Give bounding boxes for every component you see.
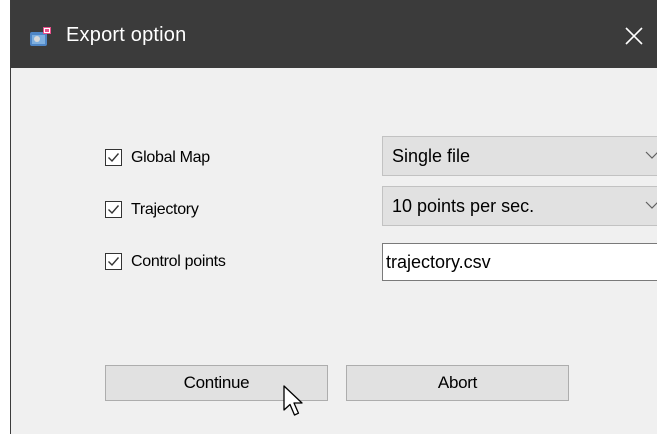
global-map-dropdown[interactable]: Single file xyxy=(382,136,657,176)
app-icon xyxy=(29,26,53,48)
global-map-dropdown-value: Single file xyxy=(392,146,471,166)
trajectory-label: Trajectory xyxy=(131,201,199,218)
mouse-pointer-icon xyxy=(283,385,303,416)
control-points-label: Control points xyxy=(131,253,226,270)
checkmark-icon xyxy=(108,205,120,215)
chevron-down-icon xyxy=(645,201,657,209)
control-points-filename-input[interactable]: trajectory.csv xyxy=(382,243,657,281)
abort-button[interactable]: Abort xyxy=(346,365,569,401)
control-points-filename-value: trajectory.csv xyxy=(386,252,491,272)
checkmark-icon xyxy=(108,153,120,163)
checkmark-icon xyxy=(108,257,120,267)
close-button[interactable] xyxy=(612,0,657,68)
close-icon xyxy=(625,27,643,45)
global-map-checkbox[interactable] xyxy=(105,149,122,166)
global-map-label: Global Map xyxy=(131,149,210,166)
trajectory-dropdown[interactable]: 10 points per sec. xyxy=(382,186,657,226)
trajectory-checkbox[interactable] xyxy=(105,201,122,218)
control-points-checkbox[interactable] xyxy=(105,253,122,270)
window-title: Export option xyxy=(66,24,187,46)
title-bar: Export option xyxy=(11,0,657,68)
trajectory-dropdown-value: 10 points per sec. xyxy=(392,196,535,216)
export-option-dialog: Export option Global Map Single file Tra… xyxy=(10,0,657,434)
chevron-down-icon xyxy=(645,151,657,159)
